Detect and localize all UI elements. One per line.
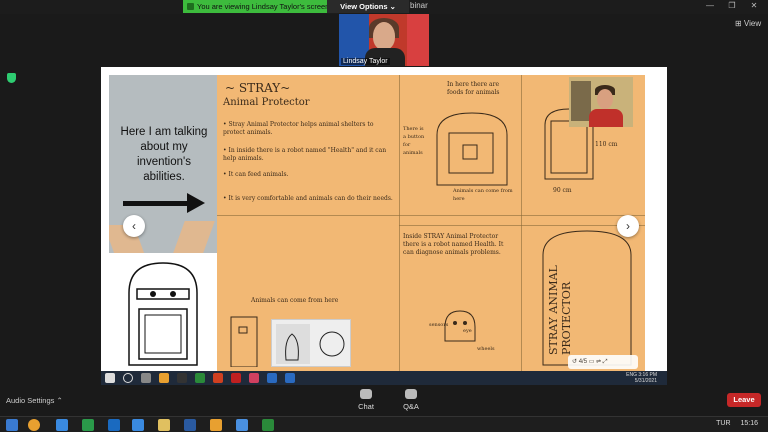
shared-taskbar: ENG 3:16 PM 5/31/2021 bbox=[101, 371, 667, 385]
tray-time[interactable]: 15:16 bbox=[740, 420, 758, 427]
poster-subtitle: Animal Protector bbox=[223, 97, 310, 108]
previous-slide-button[interactable]: ‹ bbox=[123, 215, 145, 237]
poster-door-note: Animals can come from here bbox=[251, 297, 339, 304]
share-screen-icon bbox=[187, 3, 194, 10]
participant-video[interactable] bbox=[569, 77, 633, 127]
chat-icon bbox=[360, 389, 372, 399]
poster-height-dim: 110 cm bbox=[595, 141, 618, 148]
shared-tray-date: 5/31/2021 bbox=[634, 378, 657, 384]
windows-start-icon[interactable] bbox=[6, 419, 18, 431]
speaker-video[interactable]: Lindsay Taylor bbox=[339, 14, 429, 66]
tray-lang[interactable]: TUR bbox=[716, 420, 730, 427]
chat-label: Chat bbox=[358, 402, 374, 411]
poster-animal-come-note: Animals can come from here bbox=[453, 188, 513, 202]
system-tray: TUR 15:16 bbox=[708, 420, 758, 427]
poster-food-note: In here there are foods for animals bbox=[447, 81, 500, 96]
shared-screen: Here I am talking about my invention's a… bbox=[101, 67, 667, 385]
qa-label: Q&A bbox=[403, 402, 419, 411]
banner-text: You are viewing Lindsay Taylor's screen bbox=[197, 2, 330, 11]
screen-share-banner: You are viewing Lindsay Taylor's screen bbox=[183, 0, 330, 13]
word-icon[interactable] bbox=[184, 419, 196, 431]
audio-settings-button[interactable]: Audio Settings ⌃ bbox=[6, 396, 63, 405]
poster-note-2: • In inside there is a robot named "Heal… bbox=[223, 147, 387, 162]
robot-drawing bbox=[109, 253, 217, 371]
outlook-icon[interactable] bbox=[108, 419, 120, 431]
robot-label-wheels: wheels bbox=[477, 346, 495, 352]
star-icon bbox=[177, 373, 187, 383]
door-sketch bbox=[230, 316, 258, 367]
windows-taskbar: TUR 15:16 bbox=[0, 416, 768, 432]
zoom-icon[interactable] bbox=[236, 419, 248, 431]
app-icon bbox=[195, 373, 205, 383]
poster-vertical-title: STRAY ANIMAL PROTECTOR bbox=[547, 265, 573, 355]
poster-title: ~ STRAY~ bbox=[225, 81, 291, 95]
media-icon[interactable] bbox=[210, 419, 222, 431]
skype-icon[interactable] bbox=[132, 419, 144, 431]
security-shield-icon[interactable] bbox=[7, 73, 16, 83]
excel-file-icon[interactable] bbox=[262, 419, 274, 431]
top-view-sketch bbox=[436, 112, 508, 186]
app-icon bbox=[249, 373, 259, 383]
close-window-button[interactable]: ✕ bbox=[744, 0, 764, 12]
poster-width-dim: 90 cm bbox=[553, 187, 572, 194]
excel-icon[interactable] bbox=[82, 419, 94, 431]
poster-note-1: • Stray Animal Protector helps animal sh… bbox=[223, 121, 374, 136]
restore-button[interactable]: ❐ bbox=[722, 0, 742, 12]
app-icon bbox=[267, 373, 277, 383]
search-icon bbox=[123, 373, 133, 383]
view-button[interactable]: ⊞ View bbox=[735, 19, 761, 28]
shared-tray: ENG 3:16 PM 5/31/2021 bbox=[626, 372, 657, 384]
pdf-icon bbox=[231, 373, 241, 383]
poster-note-4: • It is very comfortable and animals can… bbox=[223, 195, 393, 202]
edge-icon[interactable] bbox=[56, 419, 68, 431]
file-explorer-icon[interactable] bbox=[158, 419, 170, 431]
view-options-button[interactable]: View Options ⌄ bbox=[327, 0, 409, 13]
window-title: binar bbox=[410, 1, 428, 10]
chrome-icon bbox=[159, 373, 169, 383]
animal-pictures bbox=[271, 319, 351, 367]
top-bar: You are viewing Lindsay Taylor's screen … bbox=[0, 0, 768, 14]
poster-button-note: There is a button for animals bbox=[403, 126, 425, 156]
chrome-icon[interactable] bbox=[28, 419, 40, 431]
right-arrow-drawing bbox=[123, 193, 205, 213]
qa-button[interactable]: Q&A bbox=[396, 389, 426, 411]
poster-inside-note: Inside STRAY Animal Protector there is a… bbox=[403, 233, 504, 256]
windows-start-icon bbox=[105, 373, 115, 383]
leave-button[interactable]: Leave bbox=[727, 393, 761, 407]
next-slide-button[interactable]: › bbox=[617, 215, 639, 237]
app-icon bbox=[213, 373, 223, 383]
robot-label-eye: eye bbox=[463, 328, 472, 334]
slide-left-text: Here I am talking about my invention's a… bbox=[120, 126, 208, 183]
qa-icon bbox=[405, 389, 417, 399]
poster-note-3: • It can feed animals. bbox=[223, 171, 289, 178]
robot-label-sensors: sensors bbox=[429, 322, 449, 328]
slide: Here I am talking about my invention's a… bbox=[109, 75, 645, 371]
task-view-icon bbox=[141, 373, 151, 383]
speaker-name: Lindsay Taylor bbox=[341, 58, 390, 65]
chat-button[interactable]: Chat bbox=[351, 389, 381, 411]
slide-zoom-controls[interactable]: ↺ 4/5 ▭ ⇌ ⤢ bbox=[568, 355, 638, 369]
app-icon bbox=[285, 373, 295, 383]
minimize-button[interactable]: — bbox=[700, 0, 720, 12]
